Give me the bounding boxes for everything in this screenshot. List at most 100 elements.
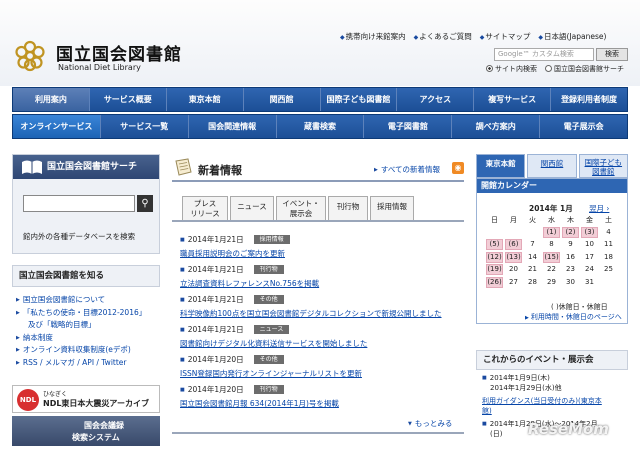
nav-kansai[interactable]: 関西館 bbox=[242, 88, 320, 111]
news-link[interactable]: 職員採用説明会のご案内を更新 bbox=[180, 248, 464, 259]
weekday-label: 火 bbox=[529, 216, 536, 224]
news-section: 新着情報 すべての新着情報 ◉ プレス リリース ニュース イベント・ 展示会 … bbox=[172, 154, 464, 444]
scope-site-radio[interactable]: サイト内検索 bbox=[486, 64, 537, 74]
ndl-badge-icon: NDL bbox=[17, 389, 39, 411]
ndl-search-input[interactable] bbox=[23, 195, 135, 212]
calendar-closed-day: (1) bbox=[543, 226, 560, 238]
calendar-day: 16 bbox=[566, 252, 575, 261]
calendar-day: 7 bbox=[530, 240, 535, 248]
watermark: ReseMom bbox=[528, 420, 609, 438]
news-tag: その他 bbox=[253, 355, 284, 364]
newspaper-icon bbox=[175, 158, 192, 176]
weekday-label: 月 bbox=[510, 216, 517, 224]
site-header: 国立国会図書館 National Diet Library 携帯向け来館案内 よ… bbox=[0, 0, 640, 86]
calendar-closed-day: (2) bbox=[562, 226, 579, 238]
nav-access[interactable]: アクセス bbox=[396, 88, 474, 111]
tab-recruit[interactable]: 採用情報 bbox=[370, 196, 414, 220]
weekday-label: 土 bbox=[605, 216, 612, 224]
news-link[interactable]: 立法調査資料レファレンスNo.756を掲載 bbox=[180, 278, 464, 289]
rss-icon[interactable]: ◉ bbox=[452, 162, 464, 174]
site-title-jp[interactable]: 国立国会図書館 bbox=[56, 40, 182, 65]
calendar-closed-day: (15) bbox=[543, 251, 560, 263]
language-link[interactable]: 日本語(Japanese) bbox=[538, 31, 606, 42]
ndl-search-button[interactable]: ⚲ bbox=[137, 195, 153, 212]
news-tag: ニュース bbox=[253, 325, 290, 334]
site-search-input[interactable]: Google™ カスタム検索 bbox=[494, 48, 594, 61]
news-link[interactable]: ISSN登録国内発行オンラインジャーナルリストを更新 bbox=[180, 368, 464, 379]
utility-links: 携帯向け来館案内 よくあるご質問 サイトマップ 日本語(Japanese) bbox=[340, 31, 636, 42]
calendar-day: 25 bbox=[604, 265, 613, 273]
tab-events[interactable]: イベント・ 展示会 bbox=[276, 196, 326, 220]
tab-news[interactable]: ニュース bbox=[230, 196, 274, 220]
nav-registration[interactable]: 登録利用者制度 bbox=[550, 88, 627, 111]
tab-press[interactable]: プレス リリース bbox=[182, 196, 228, 220]
book-icon bbox=[22, 160, 42, 174]
hours-link[interactable]: 利用時間・休館日のページへ bbox=[525, 312, 622, 322]
nav-service-list[interactable]: サービス一覧 bbox=[99, 115, 188, 138]
site-search-button[interactable]: 検索 bbox=[596, 48, 628, 61]
calendar-day: 21 bbox=[528, 265, 537, 273]
tab-tokyo[interactable]: 東京本館 bbox=[476, 154, 526, 178]
ndl-logo-icon[interactable] bbox=[14, 40, 46, 72]
faq-link[interactable]: よくあるご質問 bbox=[414, 31, 472, 42]
news-link[interactable]: 科学映像約100点を国立国会図書館デジタルコレクションで新規公開しました bbox=[180, 308, 464, 319]
calendar-closed-day: (3) bbox=[581, 226, 598, 238]
nav-research[interactable]: 調べ方案内 bbox=[451, 115, 540, 138]
news-link[interactable]: 図書館向けデジタル化資料送信サービスを開始しました bbox=[180, 338, 464, 349]
tab-divider bbox=[172, 220, 464, 222]
calendar-day bbox=[600, 277, 617, 288]
hinagiku-banner[interactable]: NDL ひなぎく NDL東日本大震災アーカイブ bbox=[12, 385, 160, 413]
nav-online[interactable]: オンラインサービス bbox=[13, 115, 100, 138]
strategy-link[interactable]: 及び「戦略的目標」 bbox=[28, 320, 96, 329]
news-bottom-divider bbox=[172, 432, 464, 434]
sitemap-link[interactable]: サイトマップ bbox=[480, 31, 530, 42]
news-title: 新着情報 bbox=[198, 164, 242, 177]
tab-publications[interactable]: 刊行物 bbox=[328, 196, 368, 220]
radio-selected-icon bbox=[486, 65, 493, 72]
news-tag: 刊行物 bbox=[253, 265, 284, 274]
mission-link[interactable]: 「私たちの使命・目標2012-2016」 bbox=[23, 308, 146, 317]
nav-exhibitions[interactable]: 電子展示会 bbox=[539, 115, 628, 138]
about-ndl-heading: 国立国会図書館を知る bbox=[12, 265, 160, 287]
scope-ndl-radio[interactable]: 国立国会図書館サーチ bbox=[545, 64, 624, 74]
news-tabs: プレス リリース ニュース イベント・ 展示会 刊行物 採用情報 bbox=[182, 196, 414, 220]
rss-links[interactable]: RSS / メルマガ / API / Twitter bbox=[23, 358, 127, 367]
calendar-closed-day: (6) bbox=[505, 239, 522, 250]
nav-digital-library[interactable]: 電子図書館 bbox=[363, 115, 452, 138]
more-news-link[interactable]: もっとみる bbox=[408, 418, 453, 429]
nav-diet-info[interactable]: 国会関連情報 bbox=[187, 115, 276, 138]
calendar-day: 24 bbox=[585, 265, 594, 273]
nav-services[interactable]: サービス概要 bbox=[88, 88, 166, 111]
next-month-link[interactable]: 翌月 › bbox=[589, 203, 609, 214]
event-link[interactable]: 利用ガイダンス(当日受付のみ)(東京本 bbox=[476, 396, 628, 406]
online-nav: オンラインサービス サービス一覧 国会関連情報 蔵書検索 電子図書館 調べ方案内… bbox=[12, 114, 628, 139]
calendar-day bbox=[524, 227, 541, 238]
ndl-search-box: 国立国会図書館サーチ ⚲ 館内外の各種データベースを検索 bbox=[12, 154, 160, 254]
calendar-title: 開館カレンダー bbox=[477, 179, 627, 193]
weekday-label: 木 bbox=[567, 216, 574, 224]
edepo-link[interactable]: オンライン資料収集制度(eデポ) bbox=[23, 345, 131, 354]
calendar-legend: ( )休館日・休館日 bbox=[551, 303, 608, 311]
weekday-label: 水 bbox=[548, 216, 555, 224]
tab-kodomo[interactable]: 国際子ども 図書館 bbox=[578, 154, 628, 178]
news-item: 2014年1月21日採用情報 職員採用説明会のご案内を更新 bbox=[180, 234, 464, 259]
mobile-guide-link[interactable]: 携帯向け来館案内 bbox=[340, 31, 406, 42]
news-tag: 刊行物 bbox=[253, 385, 284, 394]
about-link[interactable]: 国立国会図書館について bbox=[23, 295, 105, 304]
calendar-day: 11 bbox=[604, 240, 613, 248]
nav-catalog[interactable]: 蔵書検索 bbox=[275, 115, 364, 138]
legal-deposit-link[interactable]: 納本制度 bbox=[23, 333, 53, 342]
tab-kansai[interactable]: 関西館 bbox=[527, 154, 577, 178]
calendar-day: 17 bbox=[585, 252, 594, 261]
news-item: 2014年1月21日その他 科学映像約100点を国立国会図書館デジタルコレクショ… bbox=[180, 294, 464, 319]
nav-tokyo[interactable]: 東京本館 bbox=[165, 88, 243, 111]
all-news-link[interactable]: すべての新着情報 bbox=[374, 164, 440, 175]
news-link[interactable]: 国立国会図書館月報 634(2014年1月)号を掲載 bbox=[180, 398, 464, 409]
event-link[interactable]: 館) bbox=[476, 406, 628, 416]
nav-guide[interactable]: 利用案内 bbox=[13, 88, 89, 111]
diet-minutes-banner[interactable]: 国会会議録 検索システム bbox=[12, 416, 160, 446]
news-divider bbox=[172, 180, 464, 182]
nav-kodomo[interactable]: 国際子ども図書館 bbox=[319, 88, 397, 111]
nav-copy[interactable]: 複写サービス bbox=[473, 88, 551, 111]
calendar-closed-day: (13) bbox=[505, 251, 522, 263]
